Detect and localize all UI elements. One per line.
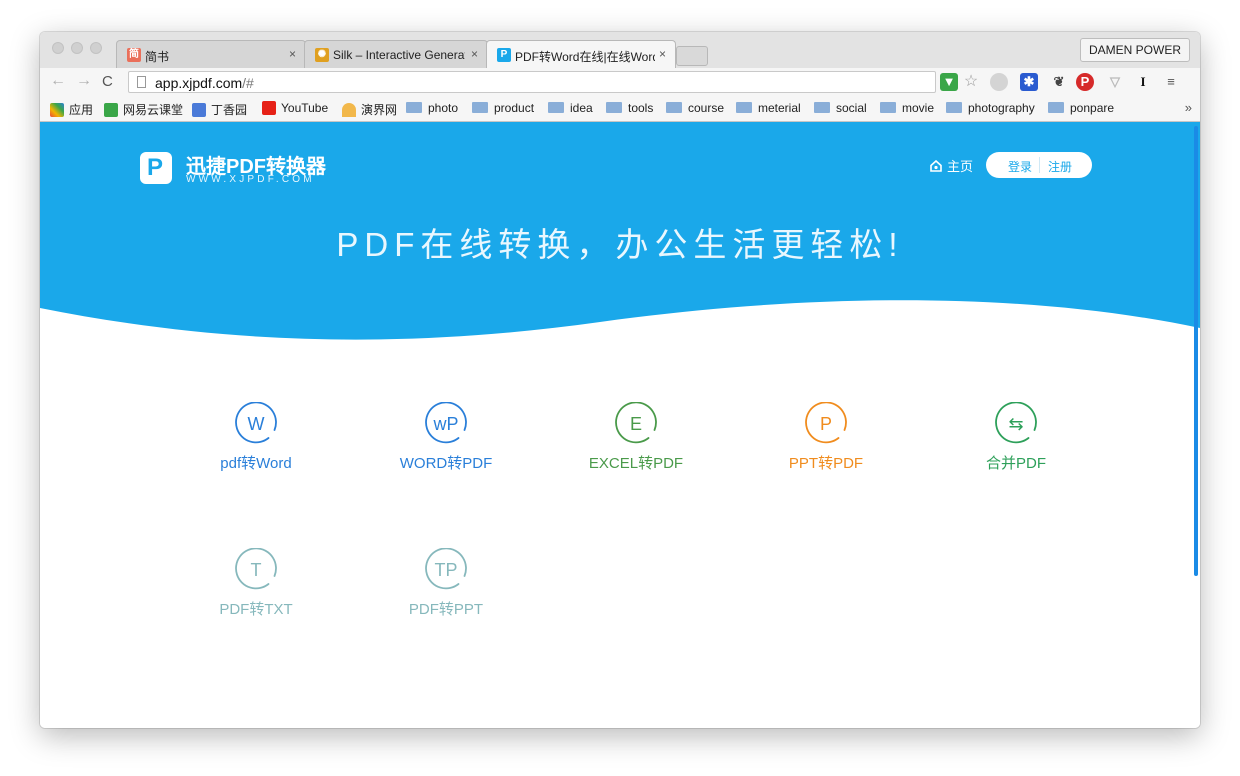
tool-glyph: T bbox=[250, 560, 262, 580]
auth-pill: 登录 注册 bbox=[986, 152, 1092, 178]
page-scrollbar[interactable] bbox=[1194, 126, 1198, 576]
paw-extension-icon[interactable]: ✱ bbox=[1020, 73, 1038, 91]
tab-xjpdf[interactable]: P PDF转Word在线|在线Word转 × bbox=[486, 40, 676, 69]
login-link[interactable]: 登录 bbox=[1008, 158, 1032, 175]
back-icon[interactable]: ← bbox=[50, 72, 66, 90]
bookmark-youtube[interactable]: YouTube bbox=[262, 101, 328, 115]
tool-glyph: W bbox=[247, 414, 265, 434]
pinterest-extension-icon[interactable]: P bbox=[1076, 73, 1094, 91]
tool-glyph: wP bbox=[433, 414, 459, 434]
close-window-button[interactable] bbox=[52, 42, 64, 54]
tab-silk[interactable]: ✺ Silk – Interactive Generativ × bbox=[304, 40, 488, 68]
tool-label: pdf转Word bbox=[220, 455, 292, 472]
bookmark-netease[interactable]: 网易云课堂 bbox=[104, 101, 183, 118]
tool-label: PDF转PPT bbox=[408, 601, 484, 618]
bookmark-meterial[interactable]: meterial bbox=[736, 101, 801, 115]
folder-icon bbox=[406, 102, 422, 113]
home-icon bbox=[930, 160, 942, 172]
bookmark-ponpare[interactable]: ponpare bbox=[1048, 101, 1114, 115]
bookmark-star-icon[interactable]: ☆ bbox=[962, 73, 980, 91]
folder-icon bbox=[946, 102, 962, 113]
yanjie-icon bbox=[342, 103, 356, 117]
folder-icon bbox=[880, 102, 896, 113]
folder-icon bbox=[666, 102, 682, 113]
folder-icon bbox=[548, 102, 564, 113]
browser-toolbar: ← → C app.xjpdf.com/# ▼ ☆ ✱ ❦ P ▽ I ≡ bbox=[40, 68, 1200, 96]
tool-label: PDF转TXT bbox=[219, 601, 293, 618]
bookmarks-bar: 应用 网易云课堂 丁香园 YouTube 演界网 photo product i… bbox=[40, 96, 1200, 122]
browser-window: 简 简书 × ✺ Silk – Interactive Generativ × … bbox=[40, 32, 1200, 728]
page-content: P 迅捷PDF转换器 WWW.XJPDF.COM 主页 登录 注册 PDF在线转… bbox=[40, 122, 1200, 728]
tab-strip: 简 简书 × ✺ Silk – Interactive Generativ × … bbox=[40, 32, 1200, 69]
minimize-window-button[interactable] bbox=[71, 42, 83, 54]
folder-icon bbox=[606, 102, 622, 113]
logo-subtitle: WWW.XJPDF.COM bbox=[186, 174, 315, 185]
register-link[interactable]: 注册 bbox=[1048, 158, 1072, 175]
tab-close-icon[interactable]: × bbox=[289, 47, 296, 61]
zoom-window-button[interactable] bbox=[90, 42, 102, 54]
tool-label: WORD转PDF bbox=[399, 455, 493, 472]
tool-glyph: TP bbox=[434, 560, 458, 580]
xjpdf-favicon-icon: P bbox=[497, 48, 511, 62]
globe-extension-icon[interactable] bbox=[990, 73, 1008, 91]
bookmark-tools[interactable]: tools bbox=[606, 101, 653, 115]
netease-icon bbox=[104, 103, 118, 117]
reload-icon[interactable]: C bbox=[102, 73, 113, 90]
tool-glyph: P bbox=[819, 414, 832, 434]
youtube-icon bbox=[262, 101, 276, 115]
shield-extension-icon[interactable]: ▼ bbox=[940, 73, 958, 91]
nav-home-label: 主页 bbox=[947, 159, 974, 174]
bookmark-dxy[interactable]: 丁香园 bbox=[192, 101, 247, 118]
instapaper-extension-icon[interactable]: I bbox=[1134, 73, 1152, 91]
evernote-extension-icon[interactable]: ❦ bbox=[1050, 73, 1068, 91]
folder-icon bbox=[1048, 102, 1064, 113]
tool-label: 合并PDF bbox=[985, 455, 1046, 472]
apps-grid-icon bbox=[50, 103, 64, 117]
bookmark-social[interactable]: social bbox=[814, 101, 867, 115]
page-icon bbox=[137, 76, 146, 88]
tool-glyph: ⇆ bbox=[1008, 414, 1024, 434]
pocket-extension-icon[interactable]: ▽ bbox=[1106, 73, 1124, 91]
forward-icon[interactable]: → bbox=[76, 72, 92, 90]
jianshu-favicon-icon: 简 bbox=[127, 48, 141, 62]
address-bar[interactable]: app.xjpdf.com/# bbox=[128, 71, 936, 93]
tool-glyph: E bbox=[629, 414, 642, 434]
profile-button[interactable]: DAMEN POWER bbox=[1079, 38, 1190, 62]
nav-home-link[interactable]: 主页 bbox=[930, 156, 973, 175]
bookmark-product[interactable]: product bbox=[472, 101, 534, 115]
bookmark-apps[interactable]: 应用 bbox=[50, 101, 93, 118]
tab-jianshu[interactable]: 简 简书 × bbox=[116, 40, 306, 68]
tab-title: Silk – Interactive Generativ bbox=[333, 48, 465, 62]
folder-icon bbox=[472, 102, 488, 113]
folder-icon bbox=[814, 102, 830, 113]
bookmark-photography[interactable]: photography bbox=[946, 101, 1035, 115]
url-text: app.xjpdf.com/# bbox=[155, 75, 254, 91]
tab-title: 简书 bbox=[145, 50, 170, 64]
bookmark-course[interactable]: course bbox=[666, 101, 724, 115]
hero-headline: PDF在线转换，办公生活更轻松! bbox=[336, 226, 904, 263]
folder-icon bbox=[736, 102, 752, 113]
auth-divider bbox=[1039, 157, 1040, 173]
dxy-icon bbox=[192, 103, 206, 117]
tool-label: EXCEL转PDF bbox=[588, 455, 684, 472]
logo-icon: P bbox=[140, 152, 172, 184]
menu-icon[interactable]: ≡ bbox=[1162, 73, 1180, 91]
bookmark-movie[interactable]: movie bbox=[880, 101, 934, 115]
bookmark-yanjie[interactable]: 演界网 bbox=[342, 101, 397, 118]
tab-close-icon[interactable]: × bbox=[471, 47, 478, 61]
bookmark-idea[interactable]: idea bbox=[548, 101, 593, 115]
tool-label: PPT转PDF bbox=[788, 455, 864, 472]
silk-favicon-icon: ✺ bbox=[315, 48, 329, 62]
new-tab-button[interactable] bbox=[676, 46, 708, 66]
tab-close-icon[interactable]: × bbox=[659, 47, 666, 61]
bookmark-photo[interactable]: photo bbox=[406, 101, 458, 115]
bookmarks-overflow-icon[interactable]: » bbox=[1185, 100, 1192, 115]
tab-title: PDF转Word在线|在线Word转 bbox=[515, 50, 655, 64]
